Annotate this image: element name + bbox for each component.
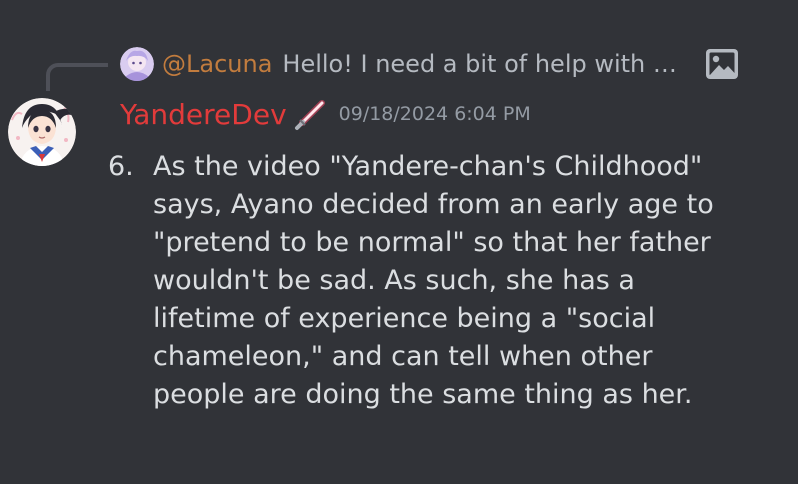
message-line: "pretend to be normal" so that her fathe… <box>153 227 711 258</box>
image-icon <box>703 46 741 82</box>
message-header: YandereDev 09/18/2024 6:04 PM <box>120 94 531 134</box>
reply-connector <box>46 63 108 91</box>
message-line: people are doing the same thing as her. <box>153 379 693 410</box>
reply-avatar[interactable] <box>120 47 154 81</box>
message-line: As the video "Yandere-chan's Childhood" <box>153 151 703 182</box>
message-line: says, Ayano decided from an early age to <box>153 189 714 220</box>
message-line: wouldn't be sad. As such, she has a <box>153 265 635 296</box>
message-line: chameleon," and can tell when other <box>153 341 653 372</box>
message-content: As the video "Yandere-chan's Childhood" … <box>153 148 753 414</box>
list-marker: 6. <box>108 151 134 182</box>
reply-preview-text[interactable]: Hello! I need a bit of help with fin... <box>282 50 690 78</box>
reply-author-name[interactable]: @Lacuna <box>162 50 272 78</box>
lightsaber-icon[interactable] <box>293 96 329 132</box>
message-line: lifetime of experience being a "social <box>153 303 656 334</box>
chat-message: @Lacuna Hello! I need a bit of help with… <box>0 0 798 484</box>
author-username[interactable]: YandereDev <box>120 98 287 131</box>
reply-reference[interactable]: @Lacuna Hello! I need a bit of help with… <box>120 44 690 84</box>
message-timestamp[interactable]: 09/18/2024 6:04 PM <box>339 103 531 125</box>
author-avatar[interactable] <box>8 98 76 166</box>
